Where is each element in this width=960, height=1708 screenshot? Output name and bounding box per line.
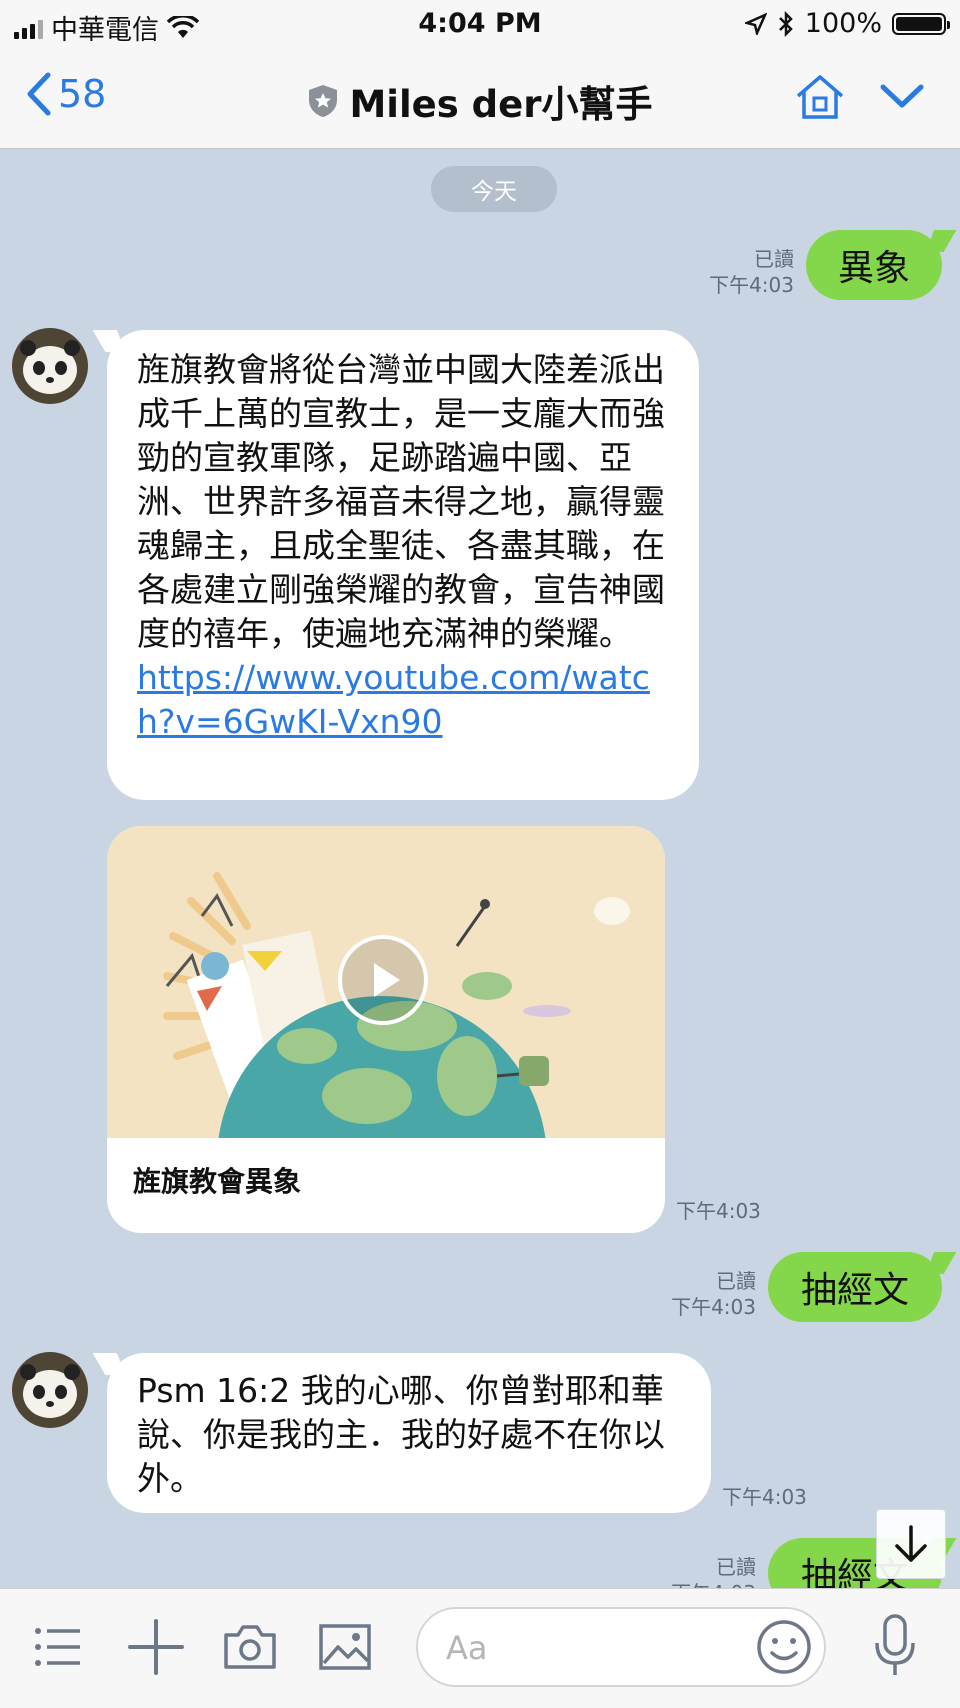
- chat-header: 58 Miles der小幫手: [0, 52, 960, 149]
- read-receipt: 已讀: [754, 247, 794, 271]
- scroll-to-bottom-button[interactable]: [876, 1509, 946, 1579]
- message-input-placeholder: Aa: [446, 1629, 488, 1667]
- plus-icon[interactable]: [128, 1619, 184, 1675]
- message-meta: 已讀 下午4:03: [680, 246, 794, 298]
- message-time: 下午4:03: [709, 273, 794, 297]
- image-icon[interactable]: [318, 1623, 372, 1671]
- incoming-message[interactable]: Psm 16:2 我的心哪、你曾對耶和華說、你是我的主．我的好處不在你以外。: [107, 1353, 711, 1513]
- home-icon[interactable]: [794, 74, 846, 120]
- smiley-icon[interactable]: [754, 1617, 814, 1677]
- read-receipt: 已讀: [716, 1269, 756, 1293]
- message-composer: Aa: [0, 1588, 960, 1708]
- youtube-link[interactable]: https://www.youtube.com/watch?v=6GwKI-Vx…: [137, 656, 671, 744]
- message-time: 下午4:03: [676, 1199, 761, 1223]
- video-title: 旌旗教會異象: [133, 1165, 302, 1198]
- outgoing-message[interactable]: 異象: [806, 230, 942, 300]
- camera-icon[interactable]: [222, 1623, 278, 1671]
- arrow-down-icon: [895, 1525, 927, 1562]
- outgoing-message[interactable]: 抽經文: [768, 1252, 942, 1322]
- message-text: Psm 16:2 我的心哪、你曾對耶和華說、你是我的主．我的好處不在你以外。: [137, 1371, 665, 1498]
- bluetooth-icon: [778, 10, 793, 37]
- chevron-down-icon[interactable]: [880, 83, 924, 111]
- incoming-message[interactable]: 旌旗教會將從台灣並中國大陸差派出成千上萬的宣教士，是一支龐大而強勁的宣教軍隊，足…: [107, 330, 699, 800]
- status-right: 100%: [744, 8, 950, 39]
- message-text: 抽經文: [800, 1270, 909, 1311]
- battery-percent: 100%: [804, 8, 882, 39]
- date-divider: 今天: [431, 166, 557, 212]
- header-actions: [794, 74, 924, 120]
- panda-avatar-icon: [20, 1364, 80, 1418]
- read-receipt: 已讀: [716, 1555, 756, 1579]
- menu-icon[interactable]: [34, 1627, 82, 1667]
- message-input[interactable]: Aa: [416, 1607, 826, 1687]
- avatar[interactable]: [12, 1352, 88, 1428]
- video-thumbnail[interactable]: [107, 826, 665, 1138]
- message-text: 異象: [837, 248, 910, 289]
- microphone-icon[interactable]: [872, 1613, 918, 1679]
- message-text: 旌旗教會將從台灣並中國大陸差派出成千上萬的宣教士，是一支龐大而強勁的宣教軍隊，足…: [137, 350, 665, 653]
- chat-title-text: Miles der小幫手: [349, 83, 653, 126]
- panda-avatar-icon: [20, 340, 80, 394]
- status-bar: 中華電信 4:04 PM 100%: [0, 0, 960, 52]
- message-time: 下午4:03: [722, 1485, 807, 1509]
- message-time: 下午4:03: [671, 1295, 756, 1319]
- play-icon[interactable]: [336, 933, 430, 1027]
- video-preview-card[interactable]: 旌旗教會異象: [107, 826, 665, 1233]
- shield-star-icon: [309, 85, 338, 117]
- avatar[interactable]: [12, 328, 88, 404]
- location-icon: [744, 12, 767, 35]
- message-meta: 已讀 下午4:03: [642, 1268, 756, 1320]
- battery-icon: [892, 12, 950, 35]
